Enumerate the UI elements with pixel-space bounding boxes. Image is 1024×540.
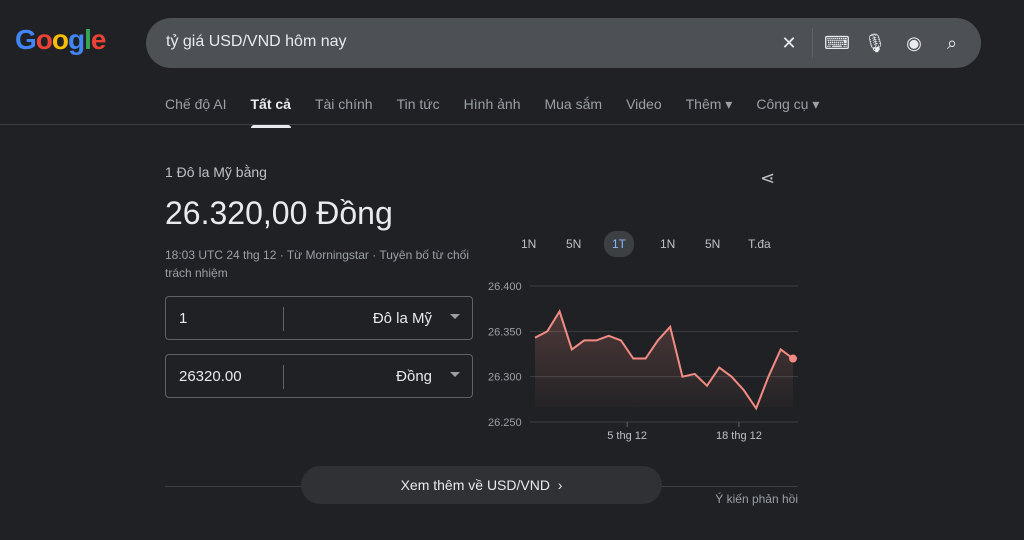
google-logo[interactable]: Google [15,24,106,56]
tab-news[interactable]: Tin tức [397,96,440,125]
range-5y[interactable]: 5N [697,231,728,257]
see-more-label: Xem thêm về USD/VND [400,477,550,493]
microphone-icon[interactable]: 🎙 [863,31,887,55]
tab-images[interactable]: Hình ảnh [464,96,521,125]
y-tick-label: 26.350 [488,326,522,338]
divider [283,365,284,389]
share-icon[interactable]: ⋖ [760,168,775,189]
result-meta: 18:03 UTC 24 thg 12 · Từ Morningstar · T… [165,248,469,280]
feedback-link[interactable]: Ý kiến phản hồi [715,492,798,506]
divider [0,124,1024,125]
y-tick-label: 26.400 [488,281,522,293]
y-tick-label: 26.300 [488,372,522,384]
currency-select-to[interactable]: Đồng [396,368,432,385]
tab-ai-mode[interactable]: Chế độ AI [165,96,227,125]
amount-input-to[interactable]: 26320.00 [179,368,242,385]
rate-chart[interactable]: 26.400 26.350 26.300 26.250 5 thg 12 18 thg 1… [480,270,810,450]
keyboard-icon[interactable]: ⌨ [824,31,850,55]
chevron-right-icon: › [553,477,563,493]
tab-tools[interactable]: Công cụ ▾ [756,96,819,125]
search-bar[interactable]: tỷ giá USD/VND hôm nay ✕ ⌨ 🎙 ◉ ⌕ [146,18,981,68]
data-point [789,354,797,363]
result-subtitle: 1 Đô la Mỹ bằng [165,164,267,180]
tab-all[interactable]: Tất cả [250,96,292,128]
range-1d[interactable]: 1N [513,231,544,257]
area-fill [535,311,793,409]
chevron-down-icon[interactable] [450,372,460,382]
tab-video[interactable]: Video [626,96,662,125]
search-tabs: Chế độ AI Tất cả Tài chính Tin tức Hình … [165,96,819,128]
currency-select-from[interactable]: Đô la Mỹ [373,310,432,327]
camera-lens-icon[interactable]: ◉ [902,31,926,55]
divider [283,307,284,331]
converter-to: 26320.00 Đồng [165,354,473,398]
x-tick-label: 18 thg 12 [716,430,762,442]
see-more-button[interactable]: Xem thêm về USD/VND › [301,466,662,504]
chevron-down-icon[interactable] [450,314,460,324]
range-max[interactable]: T.đa [740,231,779,257]
tab-shopping[interactable]: Mua sắm [544,96,602,125]
range-1m[interactable]: 1T [604,231,635,257]
range-5d[interactable]: 5N [558,231,589,257]
divider [812,28,813,58]
tab-finance[interactable]: Tài chính [315,96,373,125]
search-icon[interactable]: ⌕ [940,31,964,55]
tab-more[interactable]: Thêm ▾ [686,96,733,125]
amount-input-from[interactable]: 1 [179,310,187,327]
y-tick-label: 26.250 [488,417,522,429]
search-input[interactable]: tỷ giá USD/VND hôm nay [166,33,347,51]
converter-from: 1 Đô la Mỹ [165,296,473,340]
x-tick-label: 5 thg 12 [607,430,647,442]
clear-icon[interactable]: ✕ [777,31,801,55]
exchange-rate-value: 26.320,00 Đồng [165,195,393,231]
range-1y[interactable]: 1N [652,231,683,257]
